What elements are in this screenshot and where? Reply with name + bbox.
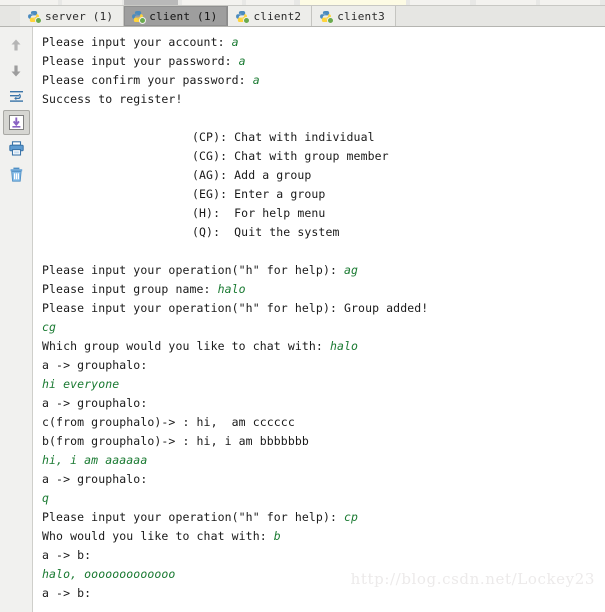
console-prompt-line: Please input your operation("h" for help… [42, 261, 605, 280]
tab-client3[interactable]: client3 [312, 6, 396, 26]
tab-label: client3 [337, 9, 385, 23]
prompt-text: Who would you like to chat with: [42, 529, 274, 543]
console-prompt-line: Please input your operation("h" for help… [42, 508, 605, 527]
console-output-line: a -> grouphalo: [42, 396, 148, 410]
tab-client2[interactable]: client2 [228, 6, 313, 26]
console-output-line: Success to register! [42, 92, 183, 106]
console-user-input-line: hi everyone [42, 375, 605, 394]
tab-label: server (1) [45, 9, 114, 23]
tab-client-1[interactable]: client (1) [124, 6, 229, 26]
print-icon [8, 141, 24, 156]
delete-icon [10, 167, 22, 182]
user-input-value: hi everyone [42, 377, 120, 391]
console-output-line: Please input your operation("h" for help… [42, 301, 429, 315]
console-prompt-line: Which group would you like to chat with:… [42, 337, 605, 356]
console-menu-line: (CG): Chat with group member [192, 149, 389, 163]
delete-button[interactable] [3, 162, 30, 187]
prompt-text: Please confirm your password: [42, 73, 253, 87]
watermark-text: http://blog.csdn.net/Lockey23 [350, 570, 595, 588]
console-output-line: c(from grouphalo)-> : hi, am cccccc [42, 415, 295, 429]
user-input-value: q [42, 491, 50, 505]
console-prompt-line: Please input your password: a [42, 52, 605, 71]
console-gutter-toolbar [0, 27, 33, 612]
user-input-value: b [273, 529, 281, 543]
user-input-value: ag [344, 263, 359, 277]
console-output-line: a -> grouphalo: [42, 358, 148, 372]
scroll-to-end-icon [8, 115, 24, 130]
console-menu-line: (EG): Enter a group [192, 187, 326, 201]
console-menu-line: (Q): Quit the system [192, 225, 340, 239]
tab-bar-filler [396, 6, 605, 26]
user-input-value: a [231, 35, 239, 49]
console-prompt-line: Please input your account: a [42, 33, 605, 52]
scroll-up-button[interactable] [3, 32, 30, 57]
run-status-badge [327, 16, 335, 24]
console-prompt-line: Please input group name: halo [42, 280, 605, 299]
prompt-text: Please input group name: [42, 282, 218, 296]
user-input-value: halo [217, 282, 246, 296]
prompt-text: Please input your account: [42, 35, 232, 49]
scroll-down-icon [11, 65, 21, 76]
console-output[interactable]: Please input your account: a Please input… [34, 27, 605, 612]
scroll-down-button[interactable] [3, 58, 30, 83]
prompt-text: Please input your password: [42, 54, 239, 68]
print-button[interactable] [3, 136, 30, 161]
console-output-line: a -> b: [42, 548, 92, 562]
console-prompt-line: Please confirm your password: a [42, 71, 605, 90]
user-input-value: a [238, 54, 246, 68]
run-status-badge [139, 16, 147, 24]
python-icon [27, 10, 42, 24]
python-icon [131, 10, 147, 24]
python-icon [235, 10, 251, 24]
user-input-value: halo [329, 339, 359, 353]
console-menu-line: (AG): Add a group [192, 168, 312, 182]
user-input-value: hi, i am aaaaaa [42, 453, 148, 467]
run-status-badge [35, 16, 42, 24]
console-menu-line: (CP): Chat with individual [192, 130, 375, 144]
soft-wrap-button[interactable] [3, 84, 30, 109]
console-user-input-line: q [42, 489, 605, 508]
console-menu-line: (H): For help menu [192, 206, 326, 220]
run-tab-bar: server (1) client (1) client2 client3 [0, 6, 605, 27]
run-status-badge [243, 16, 251, 24]
soft-wrap-icon [9, 91, 23, 102]
console-user-input-line: cg [42, 318, 605, 337]
user-input-value: cg [42, 320, 57, 334]
tab-label: client (1) [149, 9, 218, 23]
tab-server-1[interactable]: server (1) [20, 6, 125, 26]
prompt-text: Please input your operation("h" for help… [42, 263, 345, 277]
user-input-value: a [252, 73, 260, 87]
console-output-line: a -> grouphalo: [42, 472, 148, 486]
console-user-input-line: hi, i am aaaaaa [42, 451, 605, 470]
user-input-value: halo, ooooooooooooo [42, 567, 176, 581]
scroll-up-icon [11, 39, 21, 50]
python-icon [319, 10, 335, 24]
scroll-to-end-button[interactable] [2, 110, 30, 135]
prompt-text: Please input your operation("h" for help… [42, 510, 345, 524]
user-input-value: cp [344, 510, 359, 524]
console-output-line: b(from grouphalo)-> : hi, i am bbbbbbb [42, 434, 309, 448]
tab-label: client2 [253, 9, 302, 23]
console-prompt-line: Who would you like to chat with: b [42, 527, 605, 546]
prompt-text: Which group would you like to chat with: [42, 339, 330, 353]
